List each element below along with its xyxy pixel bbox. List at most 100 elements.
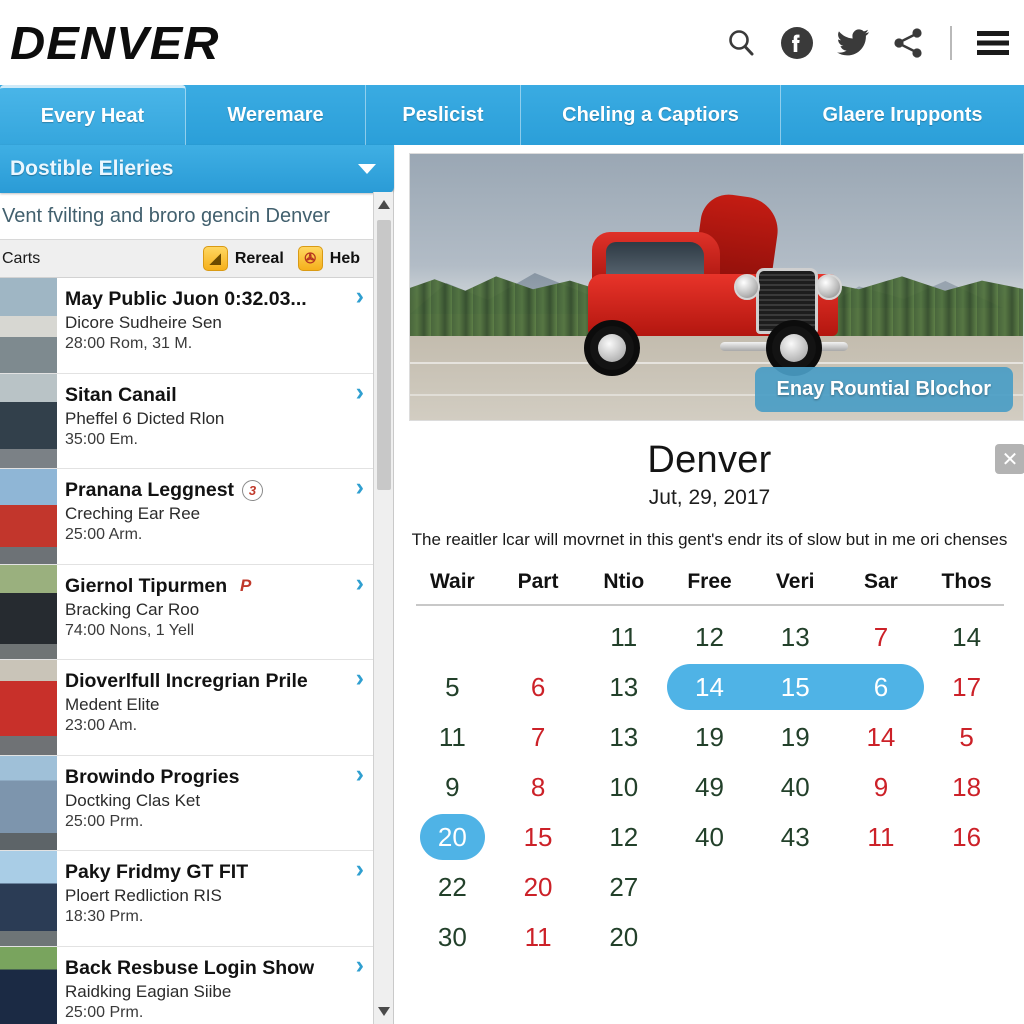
calendar-day-cell[interactable]: 11 (495, 912, 581, 962)
hero-caption[interactable]: Enay Rountial Blochor (754, 367, 1013, 412)
list-item-time: 18:30 Prm. (65, 908, 144, 925)
chevron-down-icon[interactable] (358, 164, 376, 174)
calendar-day-cell[interactable]: 13 (752, 612, 838, 662)
list-item-title: Giernol Tipurmen (65, 574, 228, 597)
calendar-day-cell[interactable]: 19 (752, 712, 838, 762)
tab-cheling-a-captiors[interactable]: Cheling a Captiors (521, 85, 781, 145)
calendar-day-cell[interactable]: 27 (581, 862, 667, 912)
list-item[interactable]: Giernol Tipurmen P Bracking Car Roo 74:0… (0, 564, 374, 660)
list-item[interactable]: May Public Juon 0:32.03... Dicore Sudhei… (0, 278, 374, 374)
calendar-day-cell[interactable]: 14 (667, 662, 753, 712)
list-item-subtitle: Doctking Clas Ket (65, 790, 201, 810)
calendar-day-cell[interactable]: 5 (924, 712, 1010, 762)
list-item-time: 35:00 Em. (65, 430, 138, 448)
calendar-day-cell[interactable]: 5 (410, 662, 496, 712)
search-icon[interactable] (724, 26, 758, 60)
calendar-day-header: Free (687, 570, 732, 593)
calendar-day-cell[interactable]: 14 (924, 612, 1010, 662)
list-item[interactable]: Back Resbuse Login Show Raidking Eagian … (0, 946, 374, 1024)
calendar-empty-cell (667, 862, 753, 912)
share-icon[interactable] (892, 26, 926, 60)
calendar-empty-cell (410, 612, 496, 662)
chevron-right-icon[interactable]: › (356, 284, 364, 309)
calendar-day-cell[interactable]: 6 (495, 662, 581, 712)
calendar-empty-cell (924, 912, 1010, 962)
calendar-day-cell[interactable]: 11 (581, 612, 667, 662)
tab-glaere-irupponts[interactable]: Glaere Irupponts (781, 85, 1024, 145)
list-item-thumbnail (0, 946, 57, 1024)
calendar-day-cell[interactable]: 9 (410, 762, 496, 812)
tab-every-heat[interactable]: Every Heat (0, 85, 186, 145)
calendar-day-cell[interactable]: 43 (752, 812, 838, 862)
calendar-grid[interactable]: 11 12 13 7 14 5 6 13 14 15 6 17 11 7 13 19 19 14 5 9 8 10 49 40… (410, 612, 1010, 962)
chevron-right-icon[interactable]: › (356, 761, 364, 787)
calendar-day-cell[interactable]: 13 (581, 662, 667, 712)
calendar-day-cell[interactable]: 49 (667, 762, 753, 812)
calendar-day-cell[interactable]: 20 (495, 862, 581, 912)
chevron-right-icon[interactable]: › (356, 857, 364, 882)
list-item[interactable]: Paky Fridmy GT FIT Ploert Redliction RIS… (0, 851, 374, 947)
chevron-right-icon[interactable]: › (356, 666, 364, 691)
calendar-day-cell[interactable]: 12 (581, 812, 667, 862)
scroll-up-arrow-icon[interactable] (378, 200, 390, 209)
list-item-thumbnail (0, 469, 57, 564)
facebook-icon[interactable] (780, 26, 814, 60)
chevron-right-icon[interactable]: › (356, 475, 364, 500)
calendar-day-cell[interactable]: 14 (838, 712, 924, 762)
hero-image[interactable]: Enay Rountial Blochor (409, 153, 1024, 421)
calendar-day-cell[interactable]: 11 (838, 812, 924, 862)
sidebar-dropdown-header[interactable]: Dostible Elieries (0, 145, 394, 193)
calendar-day-cell[interactable]: 15 (495, 812, 581, 862)
list-item[interactable]: Pranana Leggnest 3 Creching Ear Ree 25:0… (0, 469, 374, 565)
calendar-day-cell[interactable]: 30 (410, 912, 496, 962)
list-item[interactable]: Sitan Canail Pheffel 6 Dicted Rlon 35:00… (0, 373, 374, 469)
calendar-empty-cell (495, 612, 581, 662)
list-item[interactable]: Browindo Progries Doctking Clas Ket 25:0… (0, 755, 374, 851)
calendar-day-cell[interactable]: 40 (667, 812, 753, 862)
calendar-day-cell[interactable]: 13 (581, 712, 667, 762)
calendar-day-cell[interactable]: 17 (924, 662, 1010, 712)
filter-action-heb[interactable]: ✇ Heb (297, 246, 360, 271)
list-item-title: Pranana Leggnest (65, 479, 235, 501)
calendar-day-cell[interactable]: 11 (410, 712, 496, 762)
list-item-thumbnail (0, 755, 57, 850)
chevron-right-icon[interactable]: › (356, 379, 364, 405)
calendar-day-cell[interactable]: 9 (838, 762, 924, 812)
scrollbar-thumb[interactable] (377, 220, 391, 490)
calendar-day-cell[interactable]: 16 (924, 812, 1010, 862)
chevron-right-icon[interactable]: › (356, 570, 364, 596)
calendar-day-cell[interactable]: 7 (495, 712, 581, 762)
chevron-right-icon[interactable]: › (356, 952, 364, 978)
filter-label-carts: Carts (2, 249, 41, 267)
calendar-day-cell[interactable]: 22 (410, 862, 496, 912)
calendar-day-cell[interactable]: 8 (495, 762, 581, 812)
list-item[interactable]: Dioverlfull Incregrian Prile Medent Elit… (0, 660, 374, 756)
vintage-car-icon (570, 191, 870, 386)
list-item-badge: 3 (242, 480, 264, 501)
close-icon[interactable]: ✕ (995, 444, 1024, 474)
calendar-empty-cell (924, 862, 1010, 912)
calendar-day-cell[interactable]: 40 (752, 762, 838, 812)
calendar-day-cell[interactable]: 20 (581, 912, 667, 962)
calendar-day-cell[interactable]: 12 (667, 612, 753, 662)
site-logo[interactable]: DENVER (10, 16, 220, 70)
header-icon-group (724, 25, 1010, 60)
calendar-day-cell[interactable]: 19 (667, 712, 753, 762)
tab-peslicist[interactable]: Peslicist (366, 85, 521, 145)
sidebar-filter-bar: Carts ◢ Rereal ✇ Heb (0, 240, 374, 278)
calendar-day-cell[interactable]: 10 (581, 762, 667, 812)
calendar-day-cell[interactable]: 6 (838, 662, 924, 712)
filter-action-rereal[interactable]: ◢ Rereal (202, 246, 284, 271)
hamburger-menu-icon[interactable] (976, 26, 1010, 60)
calendar-day-cell[interactable]: 20 (410, 812, 496, 862)
filter-action-heb-label: Heb (329, 249, 360, 267)
event-list[interactable]: May Public Juon 0:32.03... Dicore Sudhei… (0, 278, 374, 1024)
scroll-down-arrow-icon[interactable] (378, 1007, 390, 1016)
calendar-day-cell[interactable]: 15 (752, 662, 838, 712)
calendar-day-cell[interactable]: 7 (838, 612, 924, 662)
tab-weremare[interactable]: Weremare (186, 85, 366, 145)
panel-date: Jut, 29, 2017 (648, 486, 771, 509)
sidebar-scrollbar[interactable] (373, 192, 393, 1024)
calendar-day-cell[interactable]: 18 (924, 762, 1010, 812)
twitter-icon[interactable] (836, 26, 870, 60)
